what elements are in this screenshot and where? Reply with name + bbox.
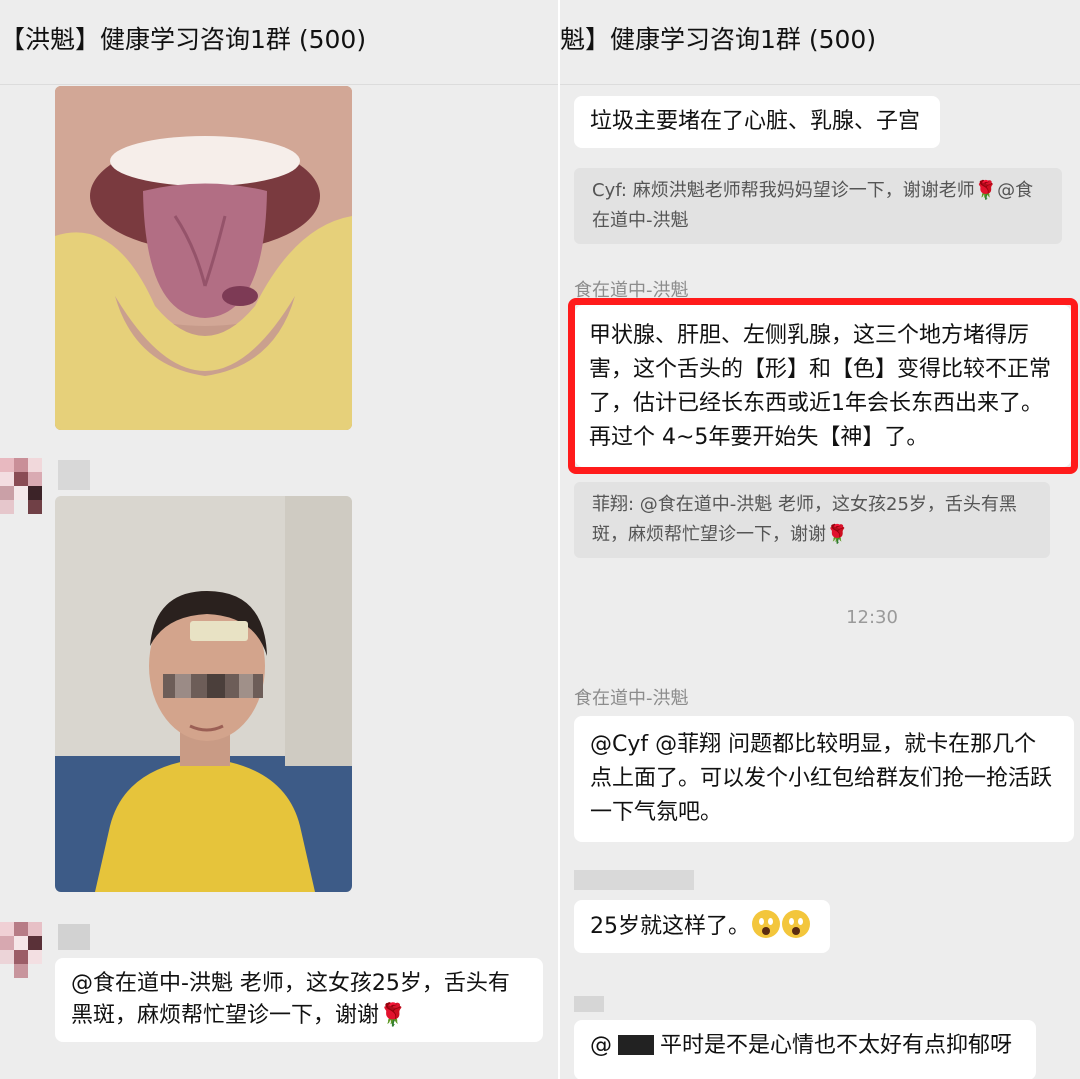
timestamp: 12:30 — [846, 607, 898, 628]
chat-title: 【洪魁】健康学习咨询1群 (500) — [0, 25, 367, 54]
message-text: 垃圾主要堵在了心脏、乳腺、子宫 — [590, 109, 921, 134]
blurred-avatar-icon — [0, 458, 42, 514]
scream-emoji-icon — [782, 910, 810, 938]
face-photo[interactable] — [55, 496, 352, 892]
message-text: 25岁就这样了。 — [590, 914, 750, 939]
message-text: 甲状腺、肝胆、左侧乳腺，这三个地方堵得厉害，这个舌头的【形】和【色】变得比较不正… — [589, 323, 1052, 450]
blurred-avatar-icon — [0, 922, 42, 978]
sender-name-blurred — [58, 924, 90, 950]
left-chat-panel: 【洪魁】健康学习咨询1群 (500) @食在道中-洪魁 老师，这女孩25岁，舌头… — [0, 0, 558, 1079]
mention-prefix: @ — [590, 1033, 612, 1058]
sender-name-blurred — [574, 870, 694, 890]
message-text: @食在道中-洪魁 老师，这女孩25岁，舌头有黑斑，麻烦帮忙望诊一下，谢谢 — [71, 971, 510, 1028]
redacted-mention — [618, 1035, 654, 1055]
rose-emoji: 🌹 — [379, 1003, 407, 1028]
chat-title: 魁】健康学习咨询1群 (500) — [560, 25, 877, 54]
sender-name-blurred — [574, 996, 604, 1012]
tongue-photo[interactable] — [55, 86, 352, 430]
message-bubble[interactable]: 甲状腺、肝胆、左侧乳腺，这三个地方堵得厉害，这个舌头的【形】和【色】变得比较不正… — [575, 305, 1071, 467]
message-bubble[interactable]: @ 平时是不是心情也不太好有点抑郁呀 — [574, 1020, 1036, 1079]
quote-text: 菲翔: @食在道中-洪魁 老师，这女孩25岁，舌头有黑斑，麻烦帮忙望诊一下，谢谢… — [592, 494, 1017, 545]
quoted-message[interactable]: 菲翔: @食在道中-洪魁 老师，这女孩25岁，舌头有黑斑，麻烦帮忙望诊一下，谢谢… — [574, 482, 1050, 558]
quote-text: Cyf: 麻烦洪魁老师帮我妈妈望诊一下，谢谢老师🌹@食在道中-洪魁 — [592, 180, 1034, 231]
message-text: 平时是不是心情也不太好有点抑郁呀 — [660, 1033, 1013, 1058]
face-photo-art — [55, 496, 352, 892]
sender-name-blurred — [58, 460, 90, 490]
sender-name: 食在道中-洪魁 — [574, 688, 689, 709]
scream-emoji-icon — [752, 910, 780, 938]
sender-avatar-blurred[interactable] — [0, 458, 44, 520]
message-text: @Cyf @菲翔 问题都比较明显，就卡在那几个点上面了。可以发个小红包给群友们抢… — [590, 732, 1053, 825]
right-chat-panel: 魁】健康学习咨询1群 (500) 垃圾主要堵在了心脏、乳腺、子宫 Cyf: 麻烦… — [560, 0, 1080, 1079]
chat-header: 【洪魁】健康学习咨询1群 (500) — [0, 0, 558, 85]
sender-avatar-blurred[interactable] — [0, 922, 44, 984]
message-bubble[interactable]: 垃圾主要堵在了心脏、乳腺、子宫 — [574, 96, 940, 148]
message-bubble[interactable]: 25岁就这样了。 — [574, 900, 830, 953]
quoted-message[interactable]: Cyf: 麻烦洪魁老师帮我妈妈望诊一下，谢谢老师🌹@食在道中-洪魁 — [574, 168, 1062, 244]
tongue-photo-art — [55, 86, 352, 430]
message-bubble[interactable]: @食在道中-洪魁 老师，这女孩25岁，舌头有黑斑，麻烦帮忙望诊一下，谢谢🌹 — [55, 958, 543, 1042]
chat-header: 魁】健康学习咨询1群 (500) — [560, 0, 1080, 85]
message-bubble[interactable]: @Cyf @菲翔 问题都比较明显，就卡在那几个点上面了。可以发个小红包给群友们抢… — [574, 716, 1074, 842]
